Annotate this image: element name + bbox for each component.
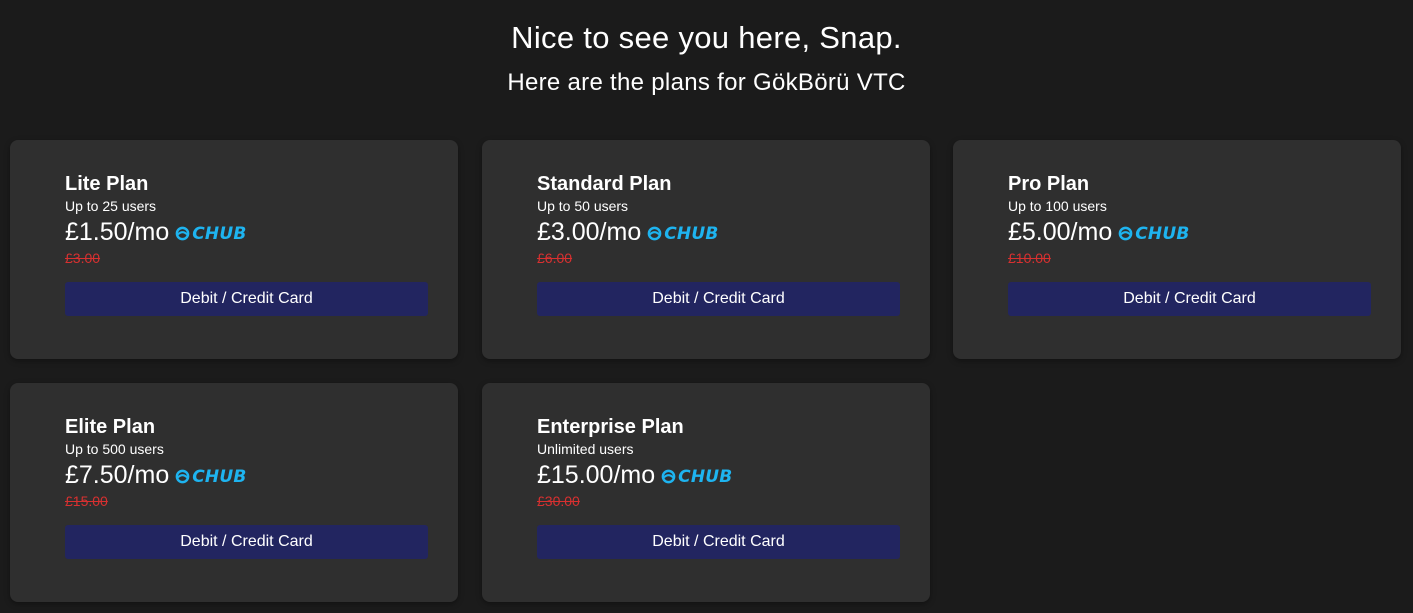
plan-name: Elite Plan — [65, 416, 156, 438]
plan-card-pro: Pro Plan Up to 100 users £5.00/mo CHUB £… — [953, 140, 1401, 359]
chub-logo: CHUB — [1118, 224, 1189, 244]
plan-name: Lite Plan — [65, 173, 149, 195]
card-payment-button[interactable]: Debit / Credit Card — [537, 525, 900, 559]
card-payment-button[interactable]: Debit / Credit Card — [537, 282, 900, 316]
plan-original-price: £6.00 — [537, 250, 573, 266]
plan-user-limit: Up to 500 users — [65, 441, 164, 457]
chub-logo: CHUB — [175, 467, 246, 487]
chub-logo: CHUB — [175, 224, 246, 244]
plan-user-limit: Up to 50 users — [537, 198, 629, 214]
plan-original-price: £10.00 — [1008, 250, 1051, 266]
chub-logo-icon — [661, 469, 676, 484]
chub-logo-icon — [647, 226, 662, 241]
plan-price: £15.00/mo — [537, 461, 656, 489]
plan-card-lite: Lite Plan Up to 25 users £1.50/mo CHUB £… — [10, 140, 458, 359]
card-payment-button[interactable]: Debit / Credit Card — [65, 525, 428, 559]
plan-card-standard: Standard Plan Up to 50 users £3.00/mo CH… — [482, 140, 930, 359]
greeting-heading: Nice to see you here, Snap. — [511, 20, 902, 55]
chub-logo-text: CHUB — [678, 466, 733, 487]
plans-page: Nice to see you here, Snap. Here are the… — [0, 0, 1413, 613]
plan-price: £3.00/mo — [537, 218, 642, 246]
plan-user-limit: Up to 100 users — [1008, 198, 1107, 214]
plan-original-price: £15.00 — [65, 493, 108, 509]
card-payment-button[interactable]: Debit / Credit Card — [65, 282, 428, 316]
chub-logo-text: CHUB — [192, 466, 247, 487]
plan-card-enterprise: Enterprise Plan Unlimited users £15.00/m… — [482, 383, 930, 602]
plan-user-limit: Unlimited users — [537, 441, 634, 457]
plan-name: Standard Plan — [537, 173, 672, 195]
chub-logo-icon — [1118, 226, 1133, 241]
plan-card-elite: Elite Plan Up to 500 users £7.50/mo CHUB… — [10, 383, 458, 602]
chub-logo-text: CHUB — [664, 223, 719, 244]
plan-name: Enterprise Plan — [537, 416, 684, 438]
plan-price: £7.50/mo — [65, 461, 170, 489]
chub-logo: CHUB — [661, 467, 732, 487]
chub-logo-icon — [175, 226, 190, 241]
chub-logo: CHUB — [647, 224, 718, 244]
chub-logo-icon — [175, 469, 190, 484]
chub-logo-text: CHUB — [1135, 223, 1190, 244]
plans-subtitle: Here are the plans for GökBörü VTC — [507, 69, 906, 96]
plan-original-price: £3.00 — [65, 250, 101, 266]
plan-price: £1.50/mo — [65, 218, 170, 246]
plan-name: Pro Plan — [1008, 173, 1090, 195]
chub-logo-text: CHUB — [192, 223, 247, 244]
plan-price: £5.00/mo — [1008, 218, 1113, 246]
plan-original-price: £30.00 — [537, 493, 580, 509]
card-payment-button[interactable]: Debit / Credit Card — [1008, 282, 1371, 316]
plan-user-limit: Up to 25 users — [65, 198, 157, 214]
